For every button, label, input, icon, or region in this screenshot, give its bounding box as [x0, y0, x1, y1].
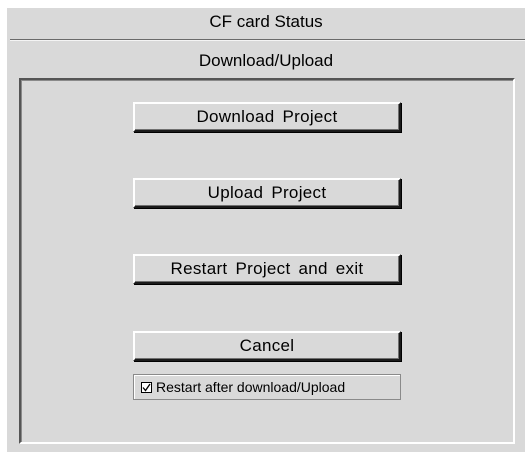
- section-title: Download/Upload: [198, 51, 334, 70]
- upload-project-button[interactable]: Upload Project: [133, 178, 401, 208]
- restart-project-label: Restart Project and exit: [170, 259, 364, 278]
- download-upload-panel: Download Project Upload Project Restart …: [19, 78, 515, 444]
- checkbox-box[interactable]: [141, 381, 152, 393]
- check-mark-icon: [142, 383, 151, 392]
- restart-project-and-exit-button[interactable]: Restart Project and exit: [133, 254, 401, 284]
- title-divider: [10, 39, 525, 41]
- download-project-button[interactable]: Download Project: [133, 102, 401, 132]
- dialog-title: CF card Status: [209, 12, 323, 31]
- cancel-button[interactable]: Cancel: [133, 331, 401, 361]
- cancel-label: Cancel: [239, 336, 295, 355]
- upload-project-label: Upload Project: [207, 183, 327, 202]
- restart-after-label: Restart after download/Upload: [156, 379, 346, 395]
- restart-after-download-checkbox[interactable]: Restart after download/Upload: [133, 374, 401, 400]
- download-project-label: Download Project: [196, 107, 338, 126]
- cf-card-status-dialog: CF card Status Download/Upload Download …: [7, 8, 525, 452]
